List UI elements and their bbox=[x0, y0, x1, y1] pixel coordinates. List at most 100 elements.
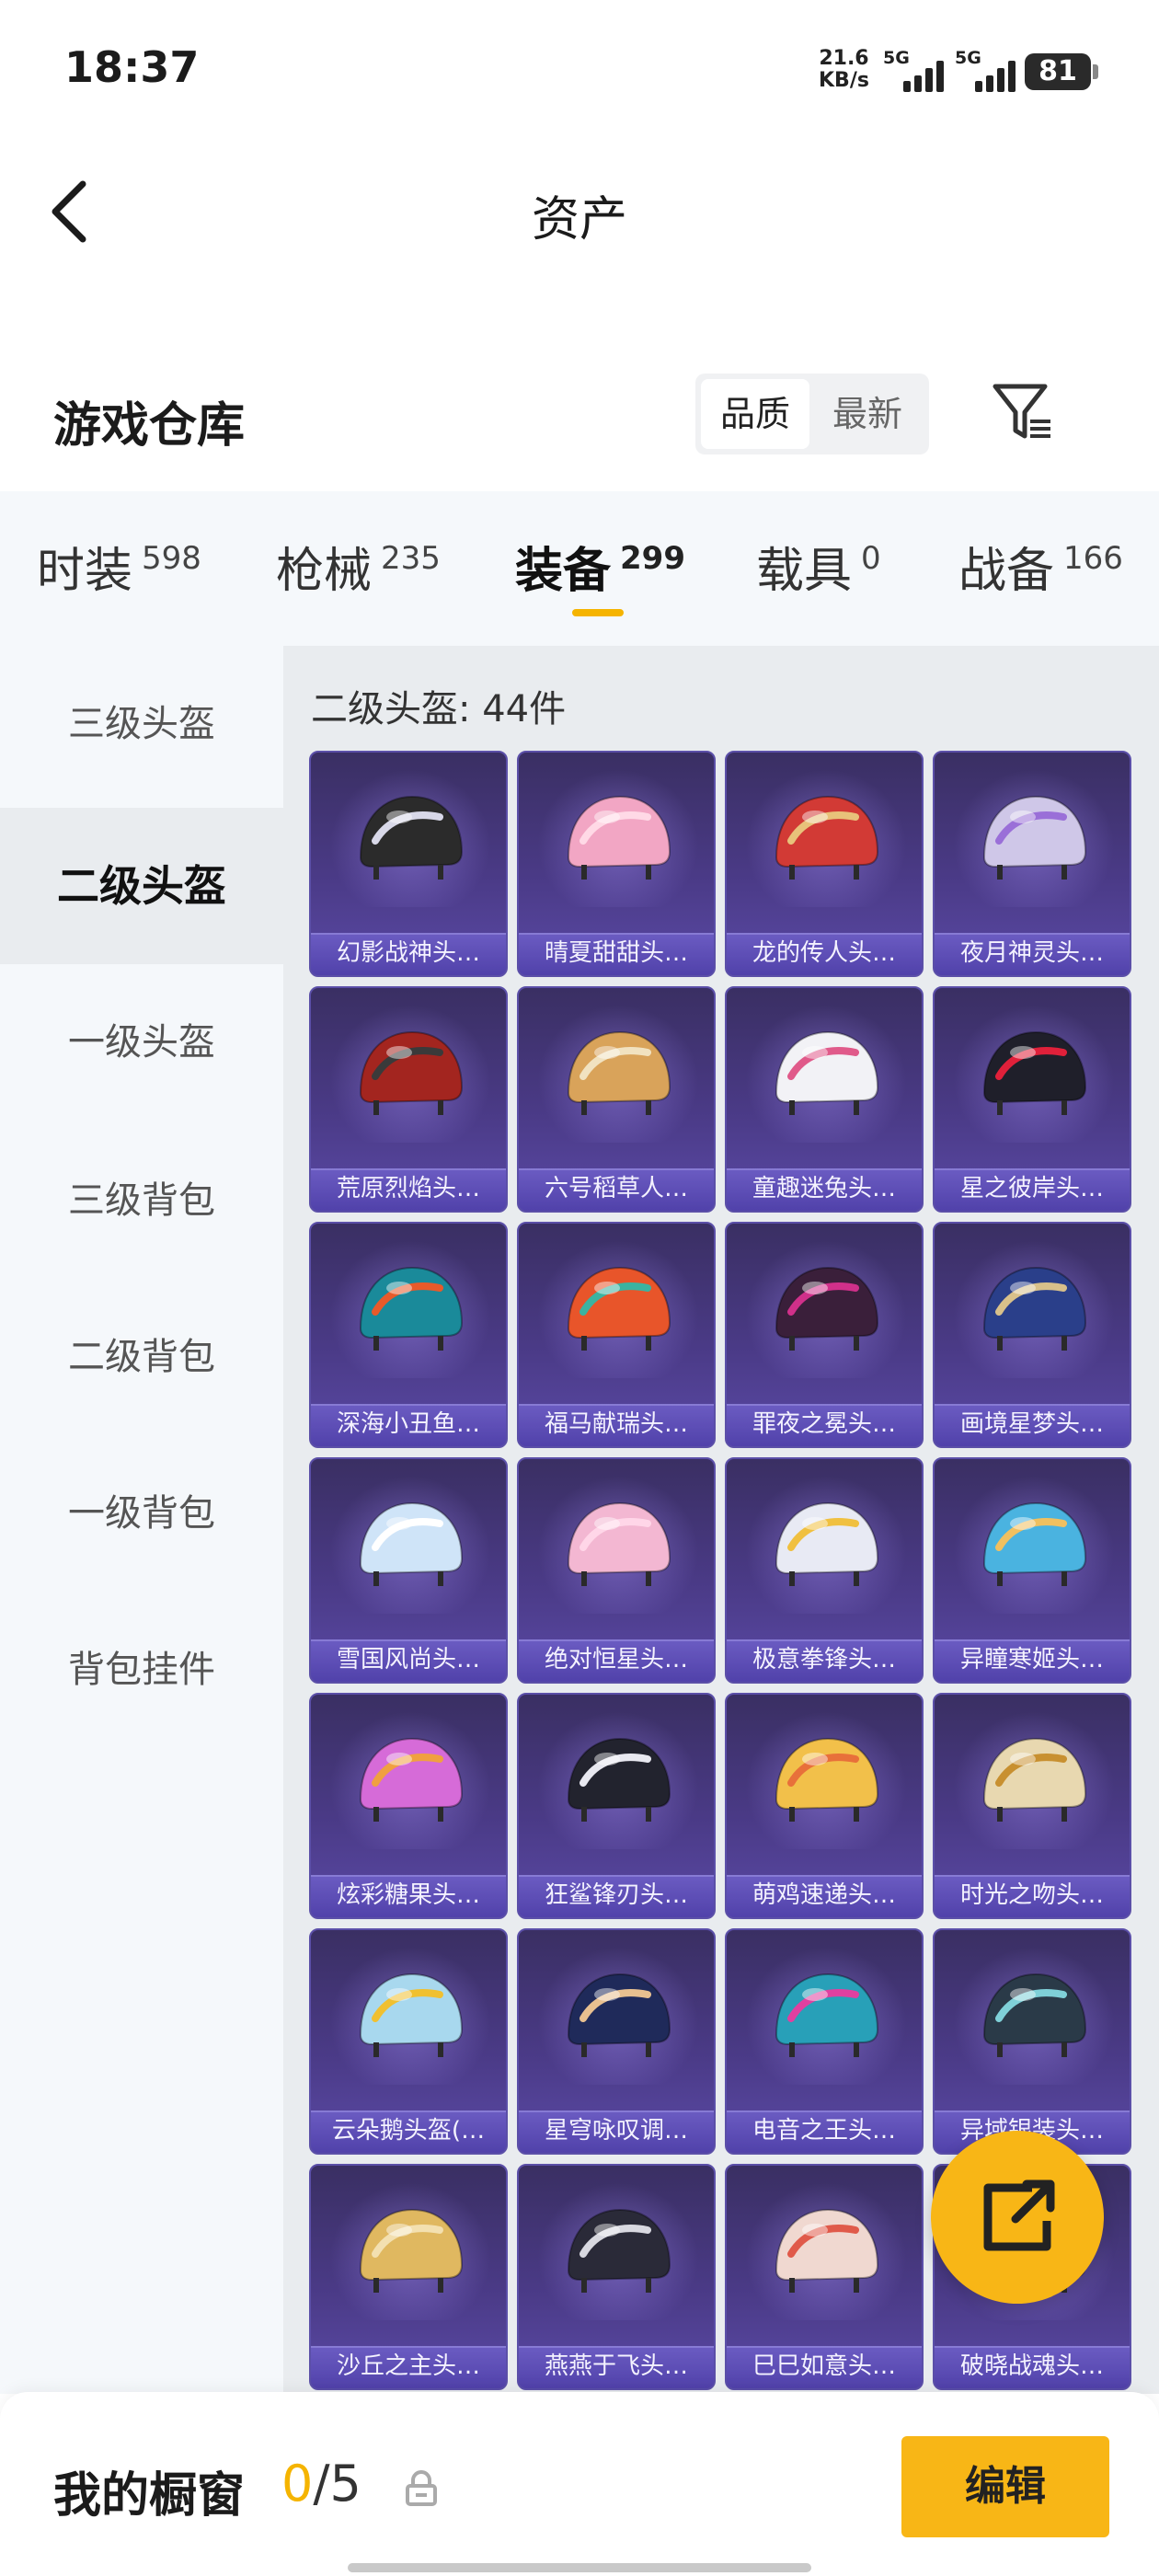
edit-button[interactable]: 编辑 bbox=[901, 2436, 1109, 2537]
item-name: 燕燕于飞头… bbox=[544, 2352, 688, 2380]
item-name: 罪夜之冕头… bbox=[752, 1410, 896, 1438]
tab-weapons[interactable]: 枪械 235 bbox=[276, 532, 441, 601]
item-name: 童趣迷兔头… bbox=[752, 1175, 896, 1202]
item-card[interactable]: 异瞳寒姬头… bbox=[933, 1457, 1131, 1684]
item-card[interactable]: 绝对恒星头… bbox=[517, 1457, 716, 1684]
helmet-icon bbox=[775, 1266, 879, 1351]
item-name: 巳巳如意头… bbox=[752, 2352, 896, 2380]
item-card[interactable]: 沙丘之主头… bbox=[309, 2164, 508, 2390]
item-name: 星之彼岸头… bbox=[959, 1175, 1104, 1202]
status-bar: 18:37 21.6 KB/s 5G 5G 81 bbox=[0, 0, 1159, 138]
sim1-label: 5G bbox=[883, 48, 910, 68]
helmet-icon bbox=[359, 2208, 464, 2293]
item-name: 异瞳寒姬头… bbox=[959, 1646, 1104, 1673]
helmet-icon bbox=[982, 1266, 1087, 1351]
share-button[interactable] bbox=[931, 2131, 1104, 2304]
item-name: 幻影战神头… bbox=[336, 939, 480, 967]
tab-fashion[interactable]: 时装 598 bbox=[37, 532, 201, 601]
sidebar-item-backpack-charm[interactable]: 背包挂件 bbox=[0, 1592, 283, 1748]
helmet-icon bbox=[775, 1737, 879, 1822]
item-card[interactable]: 极意拳锋头… bbox=[725, 1457, 924, 1684]
home-indicator[interactable] bbox=[348, 2563, 811, 2572]
item-card[interactable]: 巳巳如意头… bbox=[725, 2164, 924, 2390]
item-name: 福马献瑞头… bbox=[544, 1410, 688, 1438]
helmet-icon bbox=[567, 1972, 671, 2057]
helmet-icon bbox=[567, 1030, 671, 1115]
item-name: 极意拳锋头… bbox=[752, 1646, 896, 1673]
helmet-icon bbox=[982, 1737, 1087, 1822]
tab-label: 枪械 bbox=[276, 544, 373, 599]
sidebar-item-level3-backpack[interactable]: 三级背包 bbox=[0, 1122, 283, 1279]
showcase-bar: 我的橱窗 0/5 编辑 bbox=[0, 2392, 1159, 2576]
battery-level: 81 bbox=[1039, 55, 1077, 87]
item-card[interactable]: 炫彩糖果头… bbox=[309, 1693, 508, 1919]
filter-icon[interactable] bbox=[990, 379, 1056, 445]
item-card[interactable]: 罪夜之冕头… bbox=[725, 1222, 924, 1448]
item-card[interactable]: 六号稻草人… bbox=[517, 986, 716, 1213]
tab-equipment[interactable]: 装备 299 bbox=[515, 532, 685, 601]
item-card[interactable]: 星穹咏叹调… bbox=[517, 1928, 716, 2155]
item-card[interactable]: 云朵鹅头盔(… bbox=[309, 1928, 508, 2155]
item-card[interactable]: 燕燕于飞头… bbox=[517, 2164, 716, 2390]
item-name: 六号稻草人… bbox=[544, 1175, 688, 1202]
sort-quality-button[interactable]: 品质 bbox=[701, 379, 809, 449]
page-title: 资产 bbox=[531, 192, 627, 247]
helmet-icon bbox=[359, 1972, 464, 2057]
helmet-icon bbox=[359, 795, 464, 880]
network-speed: 21.6 KB/s bbox=[819, 48, 869, 92]
helmet-icon bbox=[775, 795, 879, 880]
battery-icon: 81 bbox=[1025, 53, 1098, 90]
showcase-current: 0 bbox=[281, 2455, 314, 2513]
item-name: 雪国风尚头… bbox=[336, 1646, 480, 1673]
category-tabs: 时装 598 枪械 235 装备 299 载具 0 战备 166 bbox=[0, 491, 1159, 646]
item-card[interactable]: 电音之王头… bbox=[725, 1928, 924, 2155]
item-card[interactable]: 幻影战神头… bbox=[309, 751, 508, 977]
sidebar-item-level3-helmet[interactable]: 三级头盔 bbox=[0, 646, 283, 802]
helmet-icon bbox=[359, 1737, 464, 1822]
item-card[interactable]: 雪国风尚头… bbox=[309, 1457, 508, 1684]
item-name: 画境星梦头… bbox=[959, 1410, 1104, 1438]
tab-count: 299 bbox=[620, 540, 685, 577]
item-card[interactable]: 异域银装头… bbox=[933, 1928, 1131, 2155]
helmet-icon bbox=[775, 1972, 879, 2057]
item-card[interactable]: 荒原烈焰头… bbox=[309, 986, 508, 1213]
item-card[interactable]: 时光之吻头… bbox=[933, 1693, 1131, 1919]
item-card[interactable]: 龙的传人头… bbox=[725, 751, 924, 977]
tab-vehicles[interactable]: 载具 0 bbox=[756, 532, 881, 601]
tab-count: 0 bbox=[861, 540, 881, 577]
helmet-icon bbox=[982, 795, 1087, 880]
item-card[interactable]: 画境星梦头… bbox=[933, 1222, 1131, 1448]
sidebar-item-level1-backpack[interactable]: 一级背包 bbox=[0, 1435, 283, 1592]
sim1-signal-icon: 5G bbox=[883, 48, 947, 92]
showcase-count: 0/5 bbox=[281, 2455, 361, 2513]
item-card[interactable]: 夜月神灵头… bbox=[933, 751, 1131, 977]
sidebar-item-level1-helmet[interactable]: 一级头盔 bbox=[0, 964, 283, 1121]
item-name: 龙的传人头… bbox=[752, 939, 896, 967]
item-card[interactable]: 晴夏甜甜头… bbox=[517, 751, 716, 977]
sort-latest-button[interactable]: 最新 bbox=[813, 379, 922, 449]
item-name: 破晓战魂头… bbox=[959, 2352, 1104, 2380]
sim2-label: 5G bbox=[955, 48, 981, 68]
item-name: 晴夏甜甜头… bbox=[544, 939, 688, 967]
item-name: 深海小丑鱼… bbox=[336, 1410, 480, 1438]
item-card[interactable]: 星之彼岸头… bbox=[933, 986, 1131, 1213]
helmet-icon bbox=[359, 1501, 464, 1586]
item-card[interactable]: 童趣迷兔头… bbox=[725, 986, 924, 1213]
showcase-label: 我的橱窗 bbox=[53, 2468, 246, 2524]
helmet-icon bbox=[775, 1030, 879, 1115]
item-name: 沙丘之主头… bbox=[336, 2352, 480, 2380]
sidebar-item-level2-helmet[interactable]: 二级头盔 bbox=[0, 808, 283, 964]
sidebar-item-level2-backpack[interactable]: 二级背包 bbox=[0, 1279, 283, 1435]
showcase-total: /5 bbox=[313, 2455, 361, 2513]
item-name: 绝对恒星头… bbox=[544, 1646, 688, 1673]
item-card[interactable]: 深海小丑鱼… bbox=[309, 1222, 508, 1448]
item-card[interactable]: 福马献瑞头… bbox=[517, 1222, 716, 1448]
tab-supplies[interactable]: 战备 166 bbox=[958, 532, 1123, 601]
status-time: 18:37 bbox=[64, 42, 200, 92]
tab-count: 235 bbox=[381, 540, 441, 577]
share-icon bbox=[983, 2179, 1055, 2251]
item-name: 电音之王头… bbox=[752, 2117, 896, 2145]
helmet-icon bbox=[567, 795, 671, 880]
item-card[interactable]: 狂鲨锋刃头… bbox=[517, 1693, 716, 1919]
item-card[interactable]: 萌鸡速递头… bbox=[725, 1693, 924, 1919]
